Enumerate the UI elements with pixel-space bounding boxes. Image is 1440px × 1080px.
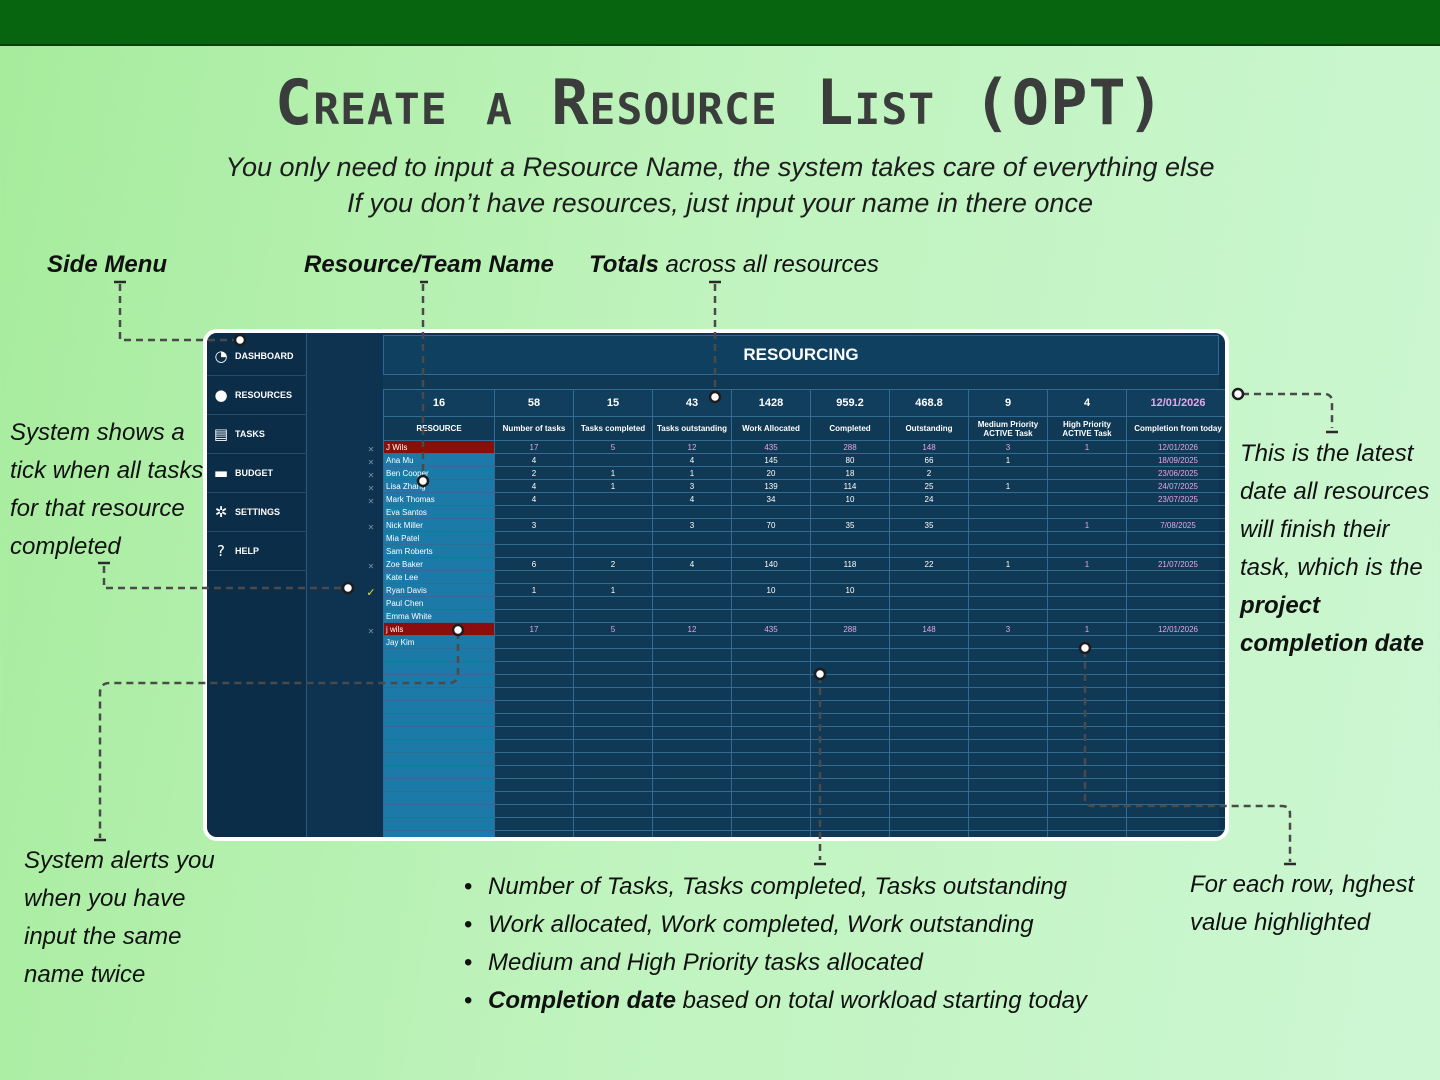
callout-lines	[94, 280, 1338, 866]
